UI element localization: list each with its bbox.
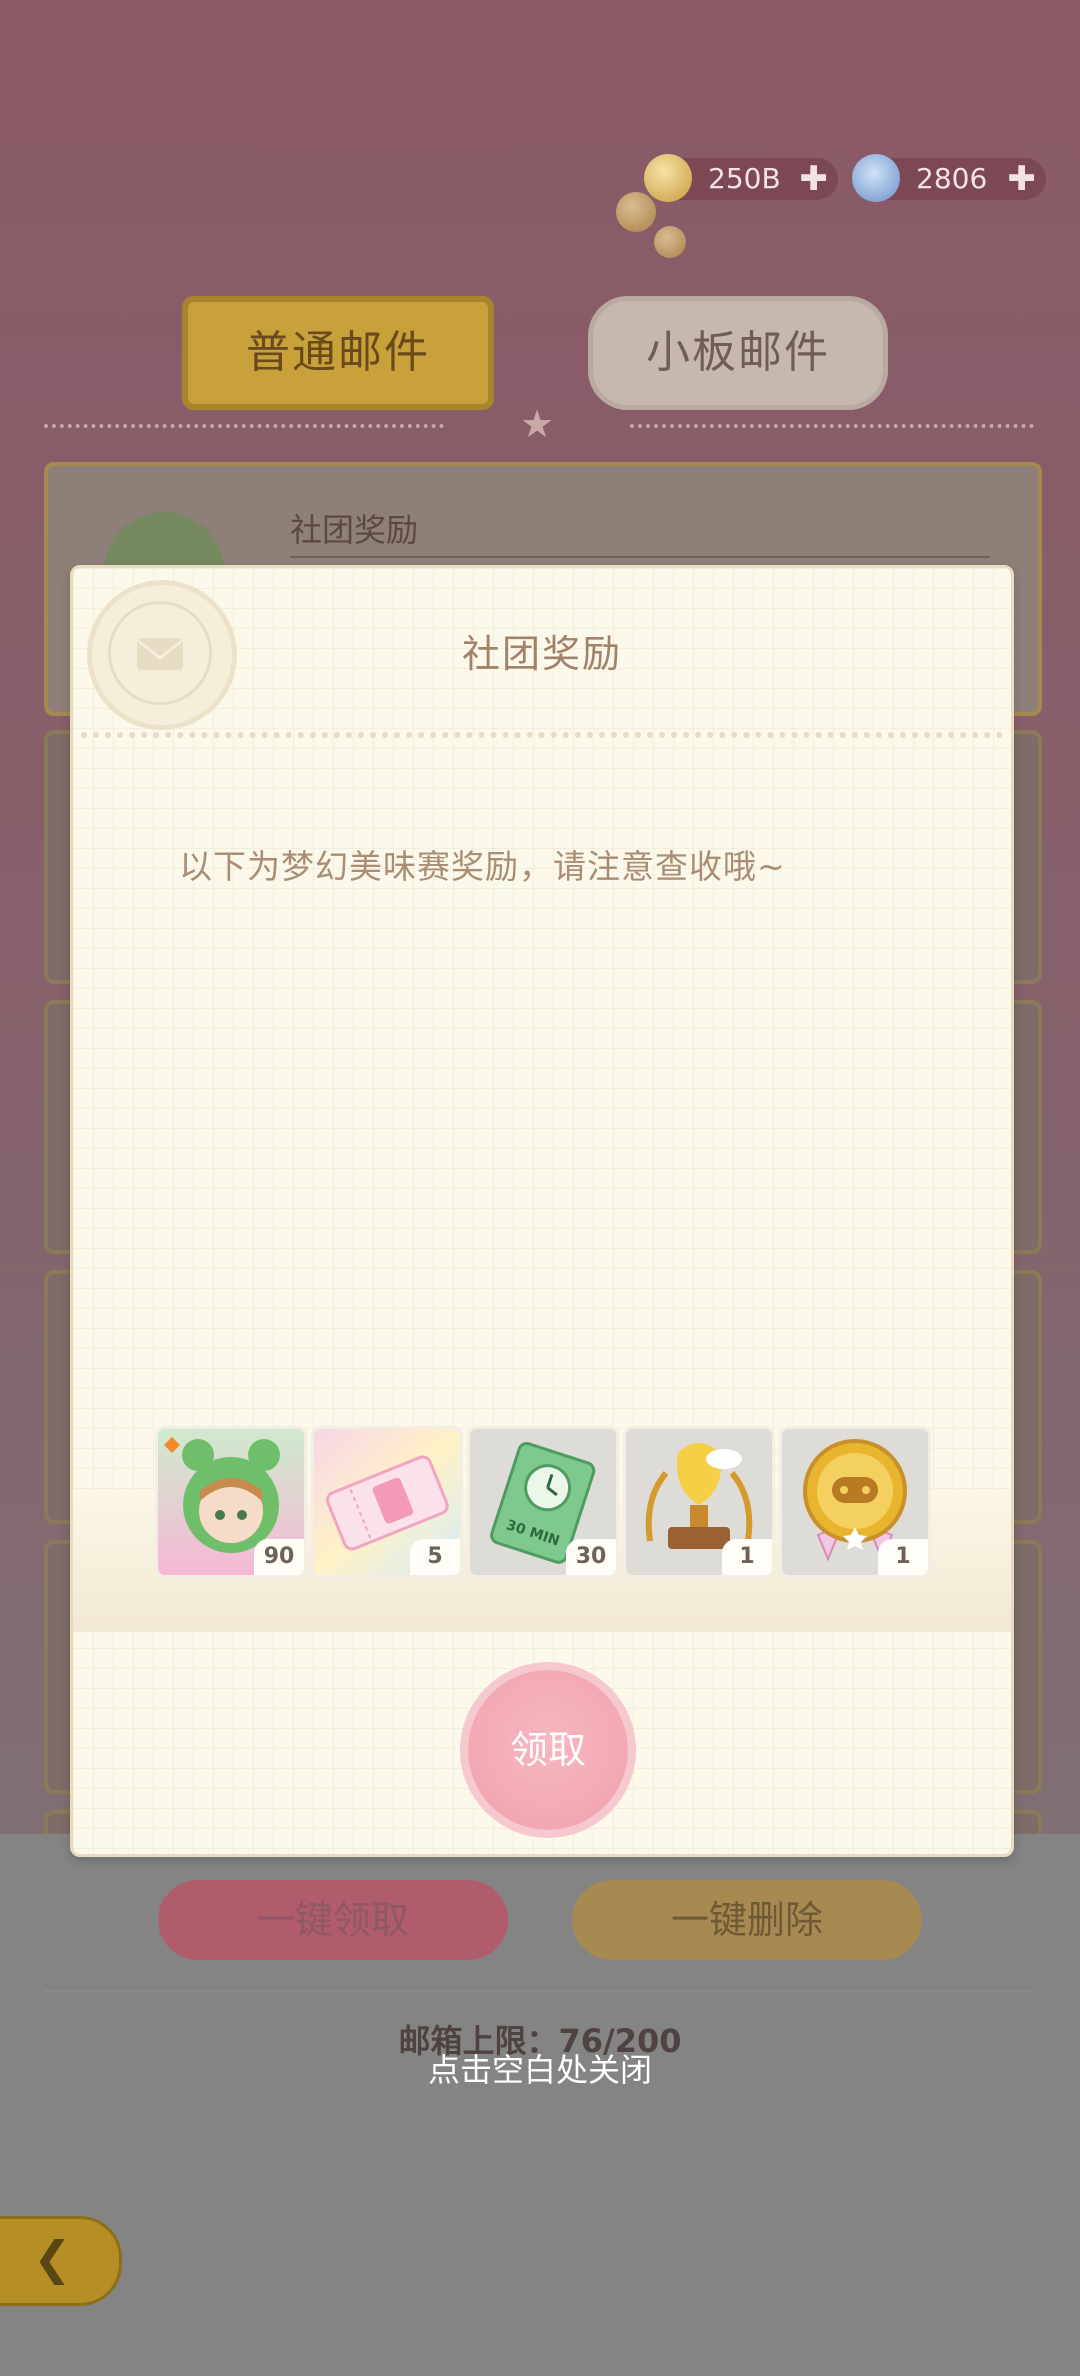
gem-amount: 2806 bbox=[916, 162, 988, 195]
reward-count: 90 bbox=[254, 1539, 304, 1575]
coin-balance: 250B ✚ bbox=[644, 154, 838, 202]
reward-count: 1 bbox=[722, 1539, 772, 1575]
add-gems-button[interactable]: ✚ bbox=[1008, 160, 1037, 198]
coin-decoration-icon bbox=[654, 226, 686, 258]
delete-all-button[interactable]: 一键删除 bbox=[572, 1880, 922, 1960]
coin-amount: 250B bbox=[708, 162, 781, 195]
perforation-divider bbox=[81, 732, 1003, 738]
reward-item[interactable]: 30 MIN 30 bbox=[467, 1426, 619, 1578]
divider bbox=[630, 424, 1034, 428]
dialog-message: 以下为梦幻美味赛奖励，请注意查收哦~ bbox=[179, 847, 786, 886]
back-button[interactable]: ❮ bbox=[0, 2216, 122, 2306]
reward-item[interactable]: 1 bbox=[779, 1426, 931, 1578]
tab-small-board-mail[interactable]: 小板邮件 bbox=[588, 296, 888, 410]
reward-count: 1 bbox=[878, 1539, 928, 1575]
gem-icon bbox=[852, 154, 900, 202]
coin-decoration-icon bbox=[616, 192, 656, 232]
reward-count: 30 bbox=[566, 1539, 616, 1575]
mail-detail-dialog: 社团奖励 以下为梦幻美味赛奖励，请注意查收哦~ 90 5 30 MIN 30 1… bbox=[70, 565, 1014, 1857]
reward-count: 5 bbox=[410, 1539, 460, 1575]
reward-item[interactable]: 5 bbox=[311, 1426, 463, 1578]
reward-item[interactable]: 90 bbox=[155, 1426, 307, 1578]
close-hint: 点击空白处关闭 bbox=[427, 2051, 652, 2089]
dialog-title: 社团奖励 bbox=[461, 632, 622, 676]
coin-icon bbox=[644, 154, 692, 202]
claim-all-button[interactable]: 一键领取 bbox=[158, 1880, 508, 1960]
back-arrow-icon: ❮ bbox=[33, 2231, 72, 2285]
divider bbox=[44, 1990, 1034, 1992]
star-icon: ★ bbox=[520, 402, 555, 446]
gem-balance: 2806 ✚ bbox=[852, 154, 1046, 202]
divider bbox=[44, 424, 444, 428]
mail-title: 社团奖励 bbox=[290, 511, 419, 549]
tab-normal-mail[interactable]: 普通邮件 bbox=[182, 296, 494, 410]
divider bbox=[290, 556, 990, 558]
claim-button[interactable]: 领取 bbox=[468, 1670, 628, 1830]
reward-item[interactable]: 1 bbox=[623, 1426, 775, 1578]
add-coins-button[interactable]: ✚ bbox=[800, 160, 829, 198]
